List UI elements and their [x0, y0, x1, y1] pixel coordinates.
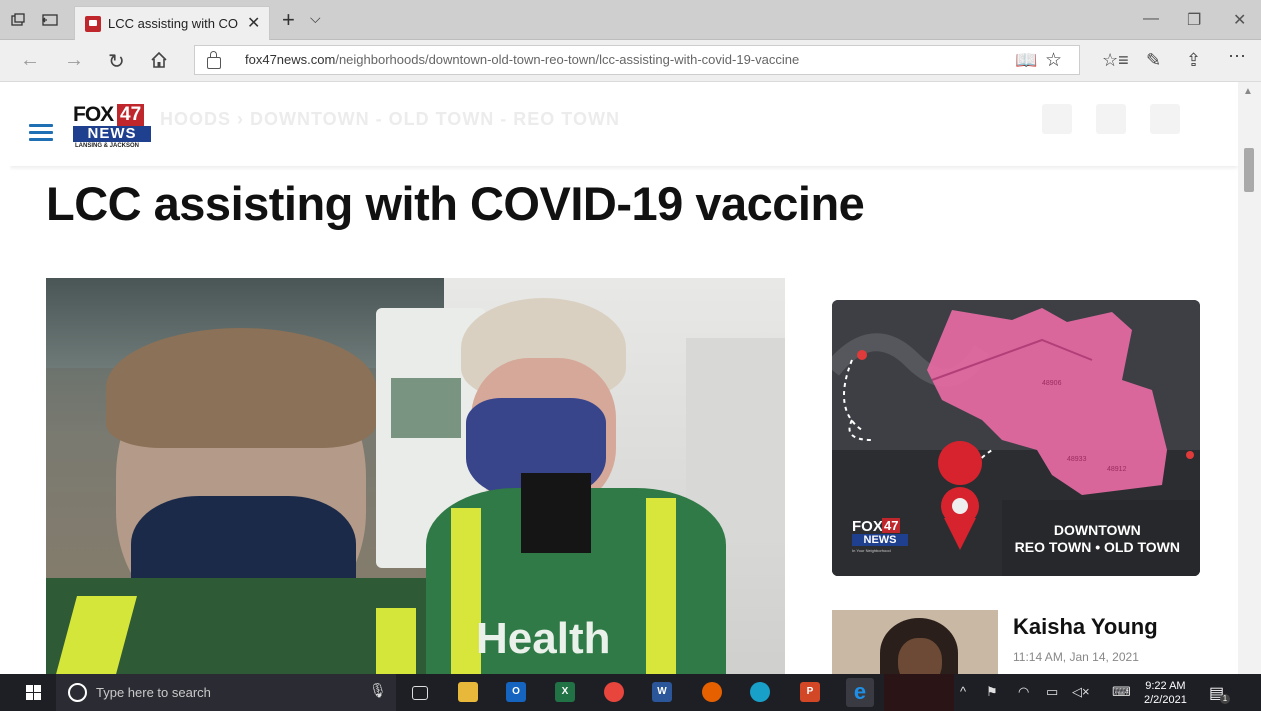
chrome-icon[interactable] — [604, 682, 624, 702]
navigation-bar: ← → ↻ fox47news.com/neighborhoods/downto… — [0, 40, 1261, 82]
page-scrollbar[interactable]: ▲ — [1238, 82, 1261, 674]
tab-title: LCC assisting with COVI — [108, 16, 238, 31]
tray-app-icon[interactable]: ⚑ — [986, 684, 998, 700]
keyboard-icon[interactable]: ⌨ — [1112, 684, 1131, 700]
neighborhood-map-card[interactable]: 48906 48933 48912 FOX 47 NEWS In Your Ne… — [832, 300, 1200, 576]
edge-legacy-icon[interactable]: e — [846, 678, 874, 707]
map-logo-news: NEWS — [852, 534, 908, 546]
fox47-logo[interactable]: FOX 47 NEWS LANSING & JACKSON — [73, 103, 153, 151]
favorite-star-icon[interactable]: ☆ — [1045, 49, 1062, 72]
firefox-icon[interactable] — [702, 682, 722, 702]
logo-subtitle: LANSING & JACKSON — [75, 143, 140, 149]
email-share-icon[interactable] — [1150, 104, 1180, 134]
map-caption-line2: REO TOWN • OLD TOWN — [1014, 539, 1180, 555]
logo-fox-text: FOX — [73, 103, 114, 126]
notification-count-badge: 1 — [1220, 694, 1230, 704]
address-bar[interactable]: fox47news.com/neighborhoods/downtown-old… — [194, 45, 1080, 75]
volume-icon[interactable]: ◁× — [1072, 684, 1090, 700]
author-avatar[interactable] — [832, 610, 998, 674]
restore-icon[interactable]: ❐ — [1187, 10, 1201, 30]
map-area-label: 48912 — [1107, 466, 1127, 473]
system-clock[interactable]: 9:22 AM 2/2/2021 — [1144, 679, 1187, 707]
close-tab-icon[interactable]: ✕ — [247, 13, 260, 33]
article-headline: LCC assisting with COVID-19 vaccine — [46, 177, 865, 230]
chevron-down-icon[interactable]: ⌵ — [310, 10, 321, 27]
more-menu-icon[interactable]: ⋯ — [1228, 46, 1246, 67]
tab-actions-icon[interactable] — [8, 10, 28, 30]
clock-date: 2/2/2021 — [1144, 694, 1187, 706]
webpage: FOX 47 NEWS LANSING & JACKSON HOODS › DO… — [10, 82, 1238, 674]
favicon-icon — [85, 16, 101, 32]
map-area-label: 48933 — [1067, 456, 1087, 463]
logo-number: 47 — [117, 104, 145, 126]
hamburger-menu-icon[interactable] — [29, 124, 53, 142]
search-placeholder: Type here to search — [96, 685, 211, 700]
scroll-up-arrow-icon[interactable]: ▲ — [1243, 86, 1253, 97]
url-domain: fox47news.com — [245, 52, 336, 67]
logo-news-text: NEWS — [73, 126, 151, 142]
refresh-icon[interactable]: ↻ — [108, 49, 125, 74]
favorites-list-icon[interactable]: ☆≡ — [1102, 50, 1129, 71]
edge-chromium-icon[interactable] — [750, 682, 770, 702]
map-card-logo: FOX 47 NEWS In Your Neighborhood — [852, 518, 910, 554]
wifi-icon[interactable]: ◠ — [1018, 684, 1029, 700]
powerpoint-icon[interactable]: P — [800, 682, 820, 702]
notes-pen-icon[interactable]: ✎ — [1146, 50, 1161, 71]
article-timestamp: 11:14 AM, Jan 14, 2021 — [1013, 650, 1139, 664]
url-text: fox47news.com/neighborhoods/downtown-old… — [245, 52, 799, 67]
reading-view-icon[interactable]: 📖 — [1015, 50, 1037, 71]
close-window-icon[interactable]: ✕ — [1233, 10, 1246, 30]
file-explorer-icon[interactable] — [458, 682, 478, 702]
home-icon[interactable] — [150, 49, 168, 75]
lock-icon — [207, 51, 221, 69]
minimize-icon[interactable]: — — [1143, 10, 1159, 28]
url-path: /neighborhoods/downtown-old-town-reo-tow… — [335, 52, 800, 67]
battery-icon[interactable]: ▭ — [1046, 684, 1058, 700]
forward-icon[interactable]: → — [64, 49, 84, 72]
excel-icon[interactable]: X — [555, 682, 575, 702]
map-caption: DOWNTOWN REO TOWN • OLD TOWN — [1015, 522, 1180, 556]
map-area-label: 48906 — [1042, 380, 1062, 387]
show-hidden-icons-icon[interactable]: ^ — [960, 684, 966, 699]
clock-time: 9:22 AM — [1145, 680, 1186, 692]
new-tab-icon[interactable]: + — [282, 7, 295, 33]
back-icon[interactable]: ← — [20, 49, 40, 72]
map-logo-fox: FOX — [852, 518, 883, 535]
tab-active[interactable]: LCC assisting with COVI ✕ — [74, 6, 270, 40]
outlook-icon[interactable]: O — [506, 682, 526, 702]
microphone-icon[interactable]: 🎙 — [369, 682, 387, 699]
word-icon[interactable]: W — [652, 682, 672, 702]
task-view-icon[interactable] — [412, 686, 428, 700]
author-name[interactable]: Kaisha Young — [1013, 614, 1158, 640]
breadcrumb[interactable]: HOODS › DOWNTOWN - OLD TOWN - REO TOWN — [160, 109, 620, 130]
taskbar-app-slot[interactable] — [884, 674, 954, 711]
site-header: FOX 47 NEWS LANSING & JACKSON HOODS › DO… — [10, 82, 1238, 166]
share-icon[interactable]: ⇪ — [1186, 50, 1201, 71]
cortana-icon[interactable] — [68, 683, 87, 702]
twitter-icon[interactable] — [1096, 104, 1126, 134]
map-caption-line1: DOWNTOWN — [1053, 522, 1141, 538]
windows-start-icon[interactable] — [26, 685, 42, 701]
map-logo-sub: In Your Neighborhood — [852, 548, 891, 553]
windows-taskbar: Type here to search 🎙 O X W P e ^ ⚑ ◠ ▭ … — [0, 674, 1261, 711]
tab-bar: LCC assisting with COVI ✕ + ⌵ — ❐ ✕ — [0, 0, 1261, 40]
taskbar-search-box[interactable]: Type here to search 🎙 — [56, 674, 396, 711]
tabs-aside-icon[interactable] — [40, 10, 60, 30]
map-logo-number: 47 — [882, 518, 901, 533]
scroll-thumb[interactable] — [1244, 148, 1254, 192]
article-hero-image[interactable]: Health — [46, 278, 785, 674]
facebook-icon[interactable] — [1042, 104, 1072, 134]
